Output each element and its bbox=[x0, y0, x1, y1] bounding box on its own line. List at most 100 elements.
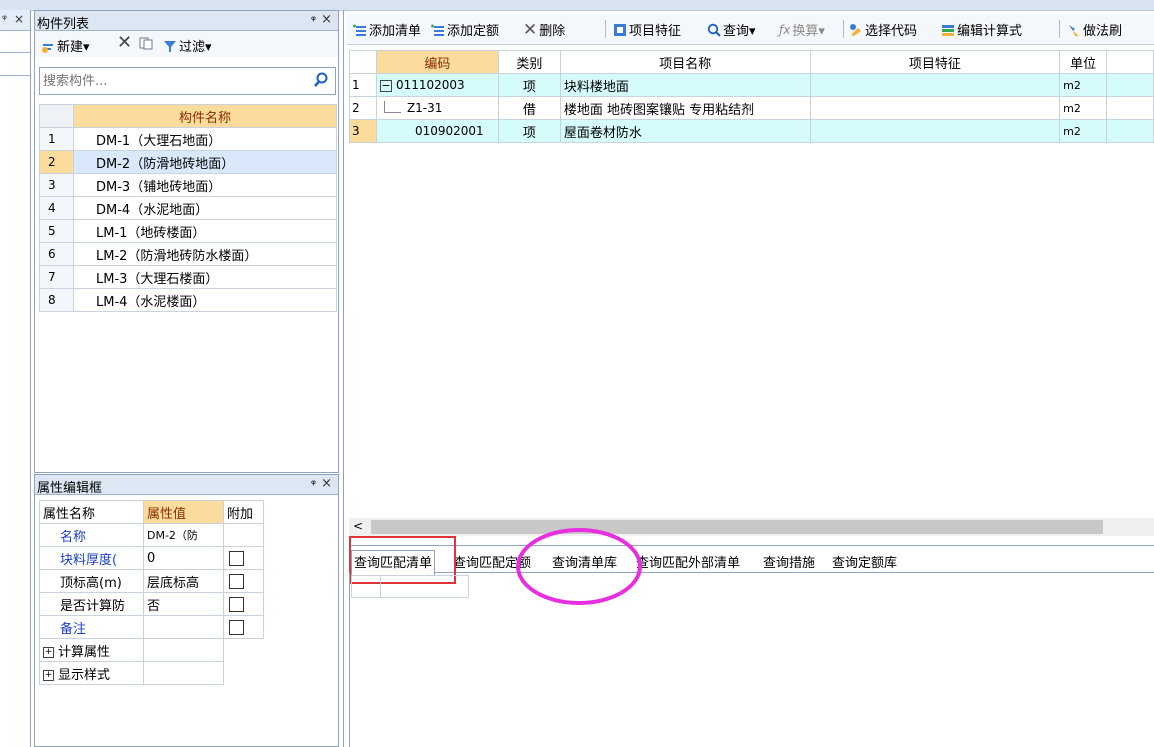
unit-cell[interactable]: m2 bbox=[1059, 119, 1108, 143]
add-quota-button[interactable]: 添加定额 bbox=[431, 20, 499, 39]
component-row[interactable]: 1 DM-1（大理石地面） bbox=[39, 127, 337, 151]
attach-checkbox[interactable] bbox=[229, 596, 244, 612]
close-icon[interactable]: × bbox=[321, 476, 332, 491]
horizontal-scrollbar[interactable]: < bbox=[349, 518, 1154, 536]
component-name-cell[interactable]: DM-3（铺地砖地面） bbox=[73, 173, 337, 197]
delete-x-icon[interactable]: ✕ bbox=[117, 32, 132, 53]
component-row[interactable]: 2 DM-2（防滑地砖地面） bbox=[39, 150, 337, 174]
left-panel-row[interactable] bbox=[0, 53, 30, 76]
table-row[interactable]: 1 −011102003 项 块料楼地面 m2 bbox=[349, 73, 1154, 97]
property-row[interactable]: 是否计算防否 bbox=[39, 592, 264, 616]
column-header-item-name[interactable]: 项目名称 bbox=[559, 50, 811, 74]
tree-collapse-icon[interactable]: − bbox=[379, 79, 392, 92]
left-panel-row[interactable] bbox=[0, 30, 30, 53]
tab-query-match-external-list[interactable]: 查询匹配外部清单 bbox=[636, 552, 740, 571]
search-icon[interactable] bbox=[313, 72, 329, 88]
component-row[interactable]: 5 LM-1（地砖楼面） bbox=[39, 219, 337, 243]
component-row[interactable]: 3 DM-3（铺地砖地面） bbox=[39, 173, 337, 197]
component-name-cell[interactable]: DM-1（大理石地面） bbox=[73, 127, 337, 151]
property-value-cell[interactable]: 0 bbox=[143, 546, 224, 570]
component-row[interactable]: 8 LM-4（水泥楼面） bbox=[39, 288, 337, 312]
tab-query-quota-library[interactable]: 查询定额库 bbox=[832, 552, 897, 571]
type-cell[interactable]: 项 bbox=[497, 119, 561, 143]
query-result-grid[interactable] bbox=[351, 575, 469, 598]
property-group-row[interactable]: + 显示样式 bbox=[39, 661, 264, 685]
scroll-left-arrow-icon[interactable]: < bbox=[353, 519, 363, 533]
column-header-type[interactable]: 类别 bbox=[497, 50, 561, 74]
column-header-component-name[interactable]: 构件名称 bbox=[73, 104, 337, 128]
pin-icon[interactable]: ᵠ bbox=[311, 477, 316, 491]
convert-button[interactable]: ƒx 换算▾ bbox=[779, 20, 825, 40]
column-header-item-feature[interactable]: 项目特征 bbox=[809, 50, 1061, 74]
edit-formula-button[interactable]: 编辑计算式 bbox=[941, 20, 1022, 39]
property-value-cell[interactable] bbox=[143, 615, 224, 639]
component-search-input[interactable] bbox=[40, 68, 316, 94]
property-row[interactable]: 块料厚度(0 bbox=[39, 546, 264, 570]
property-value-cell[interactable]: 否 bbox=[143, 592, 224, 616]
unit-cell[interactable]: m2 bbox=[1059, 96, 1108, 120]
close-icon[interactable]: × bbox=[14, 12, 24, 26]
component-row[interactable]: 7 LM-3（大理石楼面） bbox=[39, 265, 337, 289]
type-cell[interactable]: 项 bbox=[497, 73, 561, 97]
component-name-cell[interactable]: LM-4（水泥楼面） bbox=[73, 288, 337, 312]
add-list-icon bbox=[353, 24, 366, 36]
formula-icon: ƒx bbox=[779, 22, 791, 37]
new-button[interactable]: 新建▾ bbox=[41, 36, 90, 55]
scrollbar-thumb[interactable] bbox=[371, 520, 1103, 534]
component-name-cell[interactable]: LM-3（大理石楼面） bbox=[73, 265, 337, 289]
component-name-cell[interactable]: DM-4（水泥地面） bbox=[73, 196, 337, 220]
property-group-row[interactable]: + 计算属性 bbox=[39, 638, 264, 662]
item-feature-cell[interactable] bbox=[809, 73, 1061, 97]
empty-row bbox=[39, 449, 337, 473]
property-value-cell[interactable]: DM-2（防 bbox=[143, 523, 224, 547]
component-row[interactable]: 6 LM-2（防滑地砖防水楼面） bbox=[39, 242, 337, 266]
delete-button[interactable]: ✕ 删除 bbox=[523, 20, 565, 39]
attach-checkbox[interactable] bbox=[229, 573, 244, 589]
copy-icon[interactable] bbox=[139, 36, 153, 50]
splitter[interactable] bbox=[343, 10, 344, 747]
property-row[interactable]: 名称 DM-2（防 bbox=[39, 523, 264, 547]
tab-query-measures[interactable]: 查询措施 bbox=[763, 552, 815, 571]
property-value-cell[interactable]: 层底标高 bbox=[143, 569, 224, 593]
select-code-button[interactable]: 选择代码 bbox=[849, 20, 917, 39]
extra-cell[interactable] bbox=[1106, 96, 1154, 120]
column-header-unit[interactable]: 单位 bbox=[1059, 50, 1108, 74]
brush-button[interactable]: 做法刷 bbox=[1067, 20, 1122, 39]
filter-button[interactable]: 过滤▾ bbox=[163, 36, 212, 55]
item-feature-cell[interactable] bbox=[809, 96, 1061, 120]
property-row[interactable]: 备注 bbox=[39, 615, 264, 639]
property-group-cell[interactable]: + 显示样式 bbox=[39, 661, 144, 685]
extra-cell[interactable] bbox=[1106, 119, 1154, 143]
code-cell[interactable]: Z1-31 bbox=[375, 96, 499, 120]
item-name-cell[interactable]: 块料楼地面 bbox=[559, 73, 811, 97]
item-feature-cell[interactable] bbox=[809, 119, 1061, 143]
panel-border bbox=[349, 573, 350, 747]
unit-cell[interactable]: m2 bbox=[1059, 73, 1108, 97]
attach-checkbox[interactable] bbox=[229, 550, 244, 566]
query-button[interactable]: 查询▾ bbox=[707, 20, 756, 39]
component-name-cell[interactable]: DM-2（防滑地砖地面） bbox=[73, 150, 337, 174]
property-group-cell[interactable]: + 计算属性 bbox=[39, 638, 144, 662]
code-cell[interactable]: −011102003 bbox=[375, 73, 499, 97]
item-name-cell[interactable]: 屋面卷材防水 bbox=[559, 119, 811, 143]
property-name-cell: 是否计算防 bbox=[39, 592, 144, 616]
pin-icon[interactable]: ᵠ bbox=[2, 12, 7, 26]
code-cell[interactable]: 010902001 bbox=[375, 119, 499, 143]
expand-plus-icon[interactable]: + bbox=[43, 669, 54, 681]
component-name-cell[interactable]: LM-1（地砖楼面） bbox=[73, 219, 337, 243]
component-name-cell[interactable]: LM-2（防滑地砖防水楼面） bbox=[73, 242, 337, 266]
table-row[interactable]: 3 010902001 项 屋面卷材防水 m2 bbox=[349, 119, 1154, 143]
expand-plus-icon[interactable]: + bbox=[43, 646, 54, 658]
table-row[interactable]: 2 Z1-31 借 楼地面 地砖图案镶贴 专用粘结剂 m2 bbox=[349, 96, 1154, 120]
column-header-code[interactable]: 编码 bbox=[375, 50, 499, 74]
close-icon[interactable]: × bbox=[321, 12, 332, 27]
pin-icon[interactable]: ᵠ bbox=[311, 13, 316, 27]
item-feature-button[interactable]: 项目特征 bbox=[613, 20, 681, 39]
attach-checkbox[interactable] bbox=[229, 619, 244, 635]
extra-cell[interactable] bbox=[1106, 73, 1154, 97]
add-list-button[interactable]: 添加清单 bbox=[353, 20, 421, 39]
property-row[interactable]: 顶标高(m) 层底标高 bbox=[39, 569, 264, 593]
component-row[interactable]: 4 DM-4（水泥地面） bbox=[39, 196, 337, 220]
item-name-cell[interactable]: 楼地面 地砖图案镶贴 专用粘结剂 bbox=[559, 96, 811, 120]
type-cell[interactable]: 借 bbox=[497, 96, 561, 120]
